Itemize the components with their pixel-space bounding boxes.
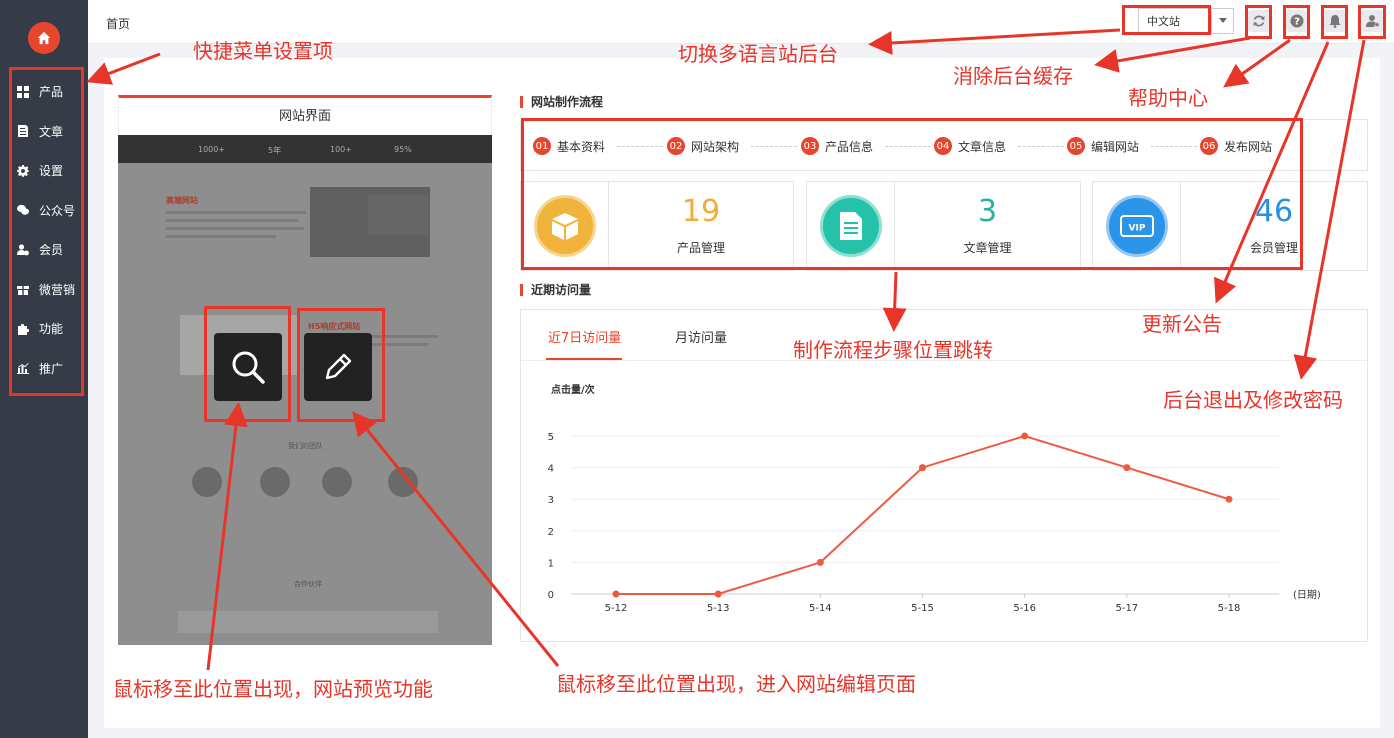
data-point — [919, 464, 926, 472]
preview-title: 网站界面 — [118, 95, 492, 135]
screenshot-avatar — [388, 467, 418, 497]
annotation-preview-hint: 鼠标移至此位置出现，网站预览功能 — [113, 677, 433, 701]
highlight-flow-steps — [521, 118, 1303, 270]
home-icon — [37, 31, 51, 45]
annotation-flow-jump: 制作流程步骤位置跳转 — [793, 338, 993, 362]
x-tick-label: 5-12 — [605, 603, 628, 614]
x-axis-label: (日期) — [1293, 589, 1321, 601]
y-tick-label: 0 — [548, 590, 554, 601]
x-tick-label: 5-16 — [1013, 603, 1036, 614]
screenshot-text-line — [166, 227, 304, 230]
flow-section-title: 网站制作流程 — [520, 96, 603, 108]
highlight-edit-button — [297, 308, 385, 422]
chevron-down-icon[interactable] — [1211, 9, 1233, 33]
highlight-help — [1283, 5, 1310, 39]
y-tick-label: 5 — [548, 432, 554, 443]
series-line — [616, 434, 1230, 595]
visits-section-title: 近期访问量 — [520, 284, 591, 296]
screenshot-stat: 1000+ — [198, 145, 226, 154]
y-axis-label: 点击量/次 — [551, 383, 595, 396]
highlight-user — [1358, 5, 1386, 39]
data-point — [1021, 432, 1029, 440]
highlight-language-select — [1122, 5, 1211, 35]
annotation-edit-hint: 鼠标移至此位置出现，进入网站编辑页面 — [556, 672, 916, 696]
screenshot-monitor-image — [368, 195, 428, 235]
x-tick-label: 5-15 — [911, 603, 934, 614]
x-tick-label: 5-14 — [809, 603, 832, 614]
annotation-shortcut-menu: 快捷菜单设置项 — [193, 39, 333, 63]
screenshot-text-line — [166, 219, 298, 222]
annotation-update-notice: 更新公告 — [1142, 312, 1222, 336]
screenshot-stats-band — [118, 135, 492, 163]
annotation-help-center: 帮助中心 — [1128, 86, 1208, 110]
data-point — [816, 558, 824, 566]
x-tick-label: 5-13 — [707, 603, 730, 614]
data-point — [612, 590, 620, 598]
x-tick-label: 5-18 — [1218, 603, 1241, 614]
tab-7-day-visits[interactable]: 近7日访问量 — [548, 327, 621, 346]
y-tick-label: 3 — [548, 495, 554, 506]
screenshot-avatar — [322, 467, 352, 497]
annotation-switch-language: 切换多语言站后台 — [678, 42, 838, 66]
annotation-clear-cache: 消除后台缓存 — [953, 64, 1073, 88]
x-tick-label: 5-17 — [1115, 603, 1138, 614]
highlight-notice — [1321, 5, 1348, 39]
screenshot-team-heading: 我们的团队 — [288, 442, 323, 450]
y-tick-label: 4 — [548, 464, 554, 475]
data-point — [1225, 495, 1233, 503]
tab-monthly-visits[interactable]: 月访问量 — [675, 327, 727, 346]
screenshot-partner-heading: 合作伙伴 — [294, 580, 322, 588]
breadcrumb[interactable]: 首页 — [106, 15, 130, 32]
screenshot-avatar — [260, 467, 290, 497]
screenshot-avatar — [192, 467, 222, 497]
data-point — [1123, 464, 1131, 472]
screenshot-partner-logos — [178, 611, 438, 633]
y-tick-label: 1 — [548, 558, 554, 569]
screenshot-stat: 5年 — [268, 146, 282, 155]
screenshot-text-line — [166, 235, 276, 238]
screenshot-text-line — [166, 211, 306, 214]
screenshot-brand-text: 高端网站 — [166, 196, 198, 205]
y-tick-label: 2 — [548, 527, 554, 538]
annotation-logout-password: 后台退出及修改密码 — [1163, 388, 1343, 412]
highlight-refresh — [1245, 5, 1272, 39]
home-button[interactable] — [28, 22, 60, 54]
data-point — [714, 590, 722, 598]
highlight-preview-button — [204, 306, 291, 422]
screenshot-stat: 95% — [394, 145, 412, 154]
highlight-sidebar-menu — [9, 67, 84, 396]
screenshot-stat: 100+ — [330, 145, 352, 154]
